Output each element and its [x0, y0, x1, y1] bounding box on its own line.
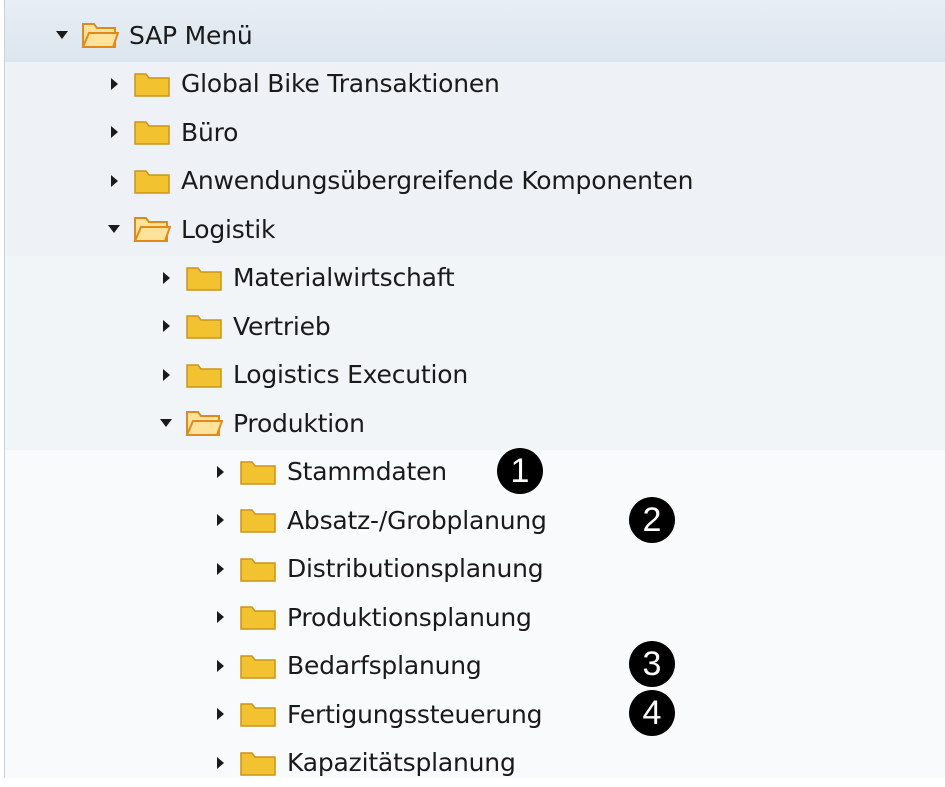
sap-menu-tree: SAP Menü Global Bike Transaktionen Büro Anw… — [4, 0, 945, 778]
folder-icon — [185, 263, 223, 293]
tree-node-label: Absatz-/Grobplanung — [287, 505, 547, 535]
callout-badge-2: 2 — [629, 497, 675, 543]
tree-node-label: Bedarfsplanung — [287, 651, 482, 680]
caret-right-icon[interactable] — [211, 608, 229, 626]
folder-icon — [239, 651, 277, 681]
tree-node-produktionsplanung[interactable]: Produktionsplanung — [5, 593, 945, 641]
tree-node-label: Logistik — [181, 214, 276, 244]
tree-node-stammdaten[interactable]: Stammdaten — [5, 448, 945, 496]
tree-node-label: Produktion — [233, 408, 365, 438]
open-folder-icon — [81, 20, 119, 50]
caret-right-icon[interactable] — [157, 366, 175, 384]
tree-node-vertrieb[interactable]: Vertrieb — [5, 302, 945, 350]
caret-right-icon[interactable] — [211, 657, 229, 675]
folder-icon — [239, 699, 277, 729]
folder-icon — [185, 311, 223, 341]
caret-right-icon[interactable] — [157, 317, 175, 335]
tree-node-distributionsplanung[interactable]: Distributionsplanung — [5, 545, 945, 593]
caret-right-icon[interactable] — [211, 463, 229, 481]
tree-node-label: SAP Menü — [129, 20, 253, 50]
caret-right-icon[interactable] — [157, 269, 175, 287]
folder-icon — [185, 360, 223, 390]
tree-node-absatz-grobplanung[interactable]: Absatz-/Grobplanung — [5, 496, 945, 544]
caret-right-icon[interactable] — [211, 560, 229, 578]
callout-badge-4: 4 — [629, 690, 675, 736]
tree-node-global-bike-transaktionen[interactable]: Global Bike Transaktionen — [5, 60, 945, 108]
caret-down-icon[interactable] — [157, 414, 175, 432]
tree-node-buro[interactable]: Büro — [5, 108, 945, 156]
tree-node-label: Global Bike Transaktionen — [181, 69, 500, 98]
folder-icon — [239, 748, 277, 778]
tree-node-label: Logistics Execution — [233, 360, 468, 389]
tree-node-label: Stammdaten — [287, 457, 447, 486]
callout-badge-3: 3 — [629, 641, 675, 687]
caret-right-icon[interactable] — [105, 172, 123, 190]
folder-icon — [133, 166, 171, 196]
tree-node-label: Fertigungssteuerung — [287, 699, 543, 729]
tree-node-label: Kapazitätsplanung — [287, 748, 516, 777]
caret-right-icon[interactable] — [105, 75, 123, 93]
tree-node-label: Materialwirtschaft — [233, 263, 455, 292]
folder-icon — [133, 69, 171, 99]
tree-node-label: Distributionsplanung — [287, 554, 544, 583]
tree-node-anwendungsubergreifende-komponenten[interactable]: Anwendungsübergreifende Komponenten — [5, 157, 945, 205]
tree-node-fertigungssteuerung[interactable]: Fertigungssteuerung — [5, 690, 945, 738]
tree-node-sap-menu[interactable]: SAP Menü — [5, 11, 945, 59]
tree-node-logistics-execution[interactable]: Logistics Execution — [5, 351, 945, 399]
callout-badge-1: 1 — [497, 448, 543, 494]
open-folder-icon — [185, 408, 223, 438]
open-folder-icon — [133, 214, 171, 244]
tree-node-label: Anwendungsübergreifende Komponenten — [181, 166, 694, 195]
tree-node-logistik[interactable]: Logistik — [5, 205, 945, 253]
tree-node-label: Vertrieb — [233, 311, 331, 341]
tree-node-label: Produktionsplanung — [287, 602, 532, 632]
tree-node-produktion[interactable]: Produktion — [5, 399, 945, 447]
caret-right-icon[interactable] — [211, 511, 229, 529]
caret-down-icon[interactable] — [105, 220, 123, 238]
folder-icon — [239, 505, 277, 535]
folder-icon — [133, 117, 171, 147]
folder-icon — [239, 602, 277, 632]
tree-node-label: Büro — [181, 117, 239, 147]
caret-right-icon[interactable] — [211, 705, 229, 723]
caret-right-icon[interactable] — [105, 123, 123, 141]
folder-icon — [239, 554, 277, 584]
folder-icon — [239, 457, 277, 487]
tree-node-bedarfsplanung[interactable]: Bedarfsplanung — [5, 642, 945, 690]
caret-right-icon[interactable] — [211, 754, 229, 772]
caret-down-icon[interactable] — [53, 26, 71, 44]
tree-node-kapazitatsplanung[interactable]: Kapazitätsplanung — [5, 739, 945, 787]
tree-node-materialwirtschaft[interactable]: Materialwirtschaft — [5, 254, 945, 302]
